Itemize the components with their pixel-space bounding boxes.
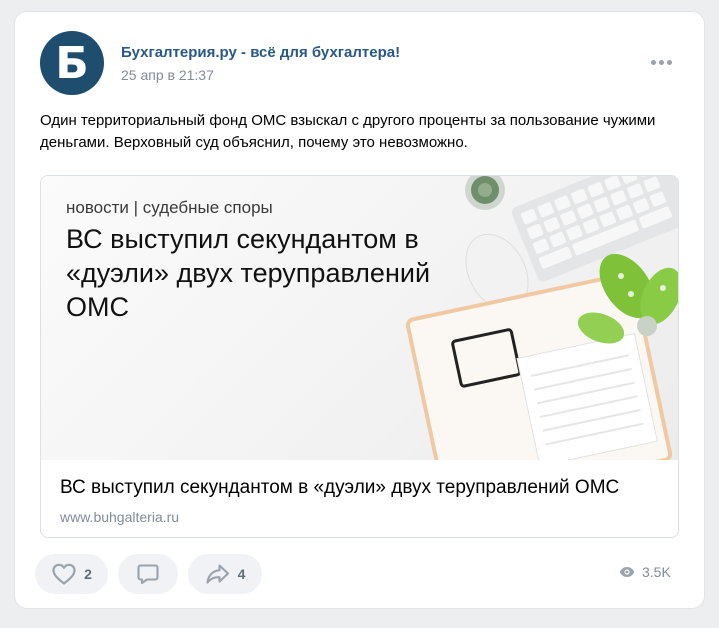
eye-icon — [619, 567, 635, 577]
more-dots-icon[interactable] — [646, 50, 676, 74]
author-name-link[interactable]: Бухгалтерия.ру - всё для бухгалтера! — [121, 44, 400, 61]
snippet-title[interactable]: ВС выступил секундантом в «дуэли» двух т… — [60, 476, 659, 500]
post-actions: 2 4 — [35, 554, 262, 594]
share-count: 4 — [237, 566, 246, 582]
post-date[interactable]: 25 апр в 21:37 — [121, 67, 214, 83]
post-text: Один территориальный фонд ОМС взыскал с … — [40, 112, 656, 151]
author-avatar[interactable]: Б — [40, 31, 104, 95]
link-snippet[interactable]: новости | судебные споры ВС выступил сек… — [40, 175, 679, 538]
comment-bubble-icon — [137, 564, 159, 585]
views-counter: 3.5K — [619, 564, 671, 580]
like-count: 2 — [84, 566, 92, 582]
avatar-letter: Б — [55, 37, 89, 89]
image-headline: ВС выступил секундантом в «дуэли» двух т… — [66, 224, 431, 322]
share-arrow-icon — [206, 564, 229, 584]
comment-button[interactable] — [118, 554, 178, 594]
like-button[interactable]: 2 — [35, 554, 108, 594]
post-card: Б Бухгалтерия.ру - всё для бухгалтера! 2… — [15, 12, 704, 608]
snippet-footer[interactable]: ВС выступил секундантом в «дуэли» двух т… — [41, 460, 678, 537]
snippet-image[interactable]: новости | судебные споры ВС выступил сек… — [41, 176, 678, 460]
views-count: 3.5K — [642, 564, 671, 580]
share-button[interactable]: 4 — [188, 554, 262, 594]
snippet-domain: www.buhgalteria.ru — [60, 509, 180, 525]
heart-icon — [52, 563, 76, 585]
image-rubric: новости | судебные споры — [66, 198, 273, 217]
